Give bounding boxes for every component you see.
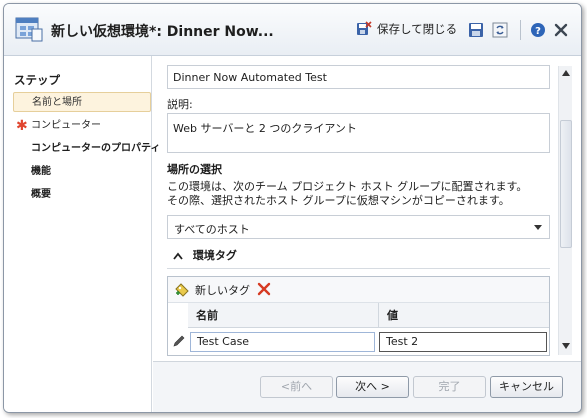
- wizard-footer: <前へ 次へ > 完了 キャンセル: [153, 361, 581, 412]
- delete-tag-icon[interactable]: [257, 282, 271, 296]
- step-label: 名前と場所: [32, 97, 82, 108]
- save-icon[interactable]: [468, 22, 484, 38]
- title-bar: 新しい仮想環境*: Dinner Now... 保存して閉じる ?: [4, 4, 581, 56]
- tag-value-cell[interactable]: Test 2: [379, 332, 547, 352]
- close-icon[interactable]: [553, 22, 569, 38]
- tags-grid: 新しいタグ 名前 値 Test Case Test 2: [167, 276, 550, 356]
- host-group-selected: すべてのホスト: [174, 223, 250, 236]
- help-icon[interactable]: ?: [530, 22, 546, 38]
- scroll-down-icon[interactable]: [562, 343, 570, 349]
- steps-heading: ステップ: [14, 73, 60, 87]
- environment-tags-label: 環境タグ: [192, 249, 237, 262]
- window-title: 新しい仮想環境*: Dinner Now...: [51, 24, 274, 40]
- step-computer-properties[interactable]: コンピューターのプロパティ: [13, 139, 160, 159]
- tag-name-cell[interactable]: Test Case: [190, 332, 375, 352]
- step-label: コンピューターのプロパティ: [31, 143, 161, 154]
- scroll-up-icon[interactable]: [562, 70, 570, 76]
- description-textarea[interactable]: Web サーバーと 2 つのクライアント: [167, 113, 550, 153]
- save-and-close-button[interactable]: 保存して閉じる: [356, 21, 457, 37]
- edit-pencil-icon: [173, 335, 185, 347]
- cancel-button[interactable]: キャンセル: [490, 376, 563, 398]
- new-tag-button[interactable]: 新しいタグ: [174, 282, 250, 298]
- environment-tags-toggle[interactable]: 環境タグ: [173, 247, 237, 263]
- next-button[interactable]: 次へ >: [336, 376, 409, 398]
- svg-text:?: ?: [535, 26, 541, 37]
- environment-name-input[interactable]: Dinner Now Automated Test: [167, 65, 550, 89]
- steps-panel: ステップ 名前と場所 ✱ コンピューター コンピューターのプロパティ 機能 概要: [4, 56, 160, 412]
- step-summary[interactable]: 概要: [13, 185, 151, 205]
- step-label: コンピューター: [31, 120, 101, 131]
- required-asterisk-icon: ✱: [16, 118, 28, 134]
- save-and-close-label: 保存して閉じる: [377, 22, 458, 36]
- host-group-dropdown[interactable]: すべてのホスト: [167, 215, 550, 239]
- step-capabilities[interactable]: 機能: [13, 162, 151, 182]
- location-description-line-2: その際、選択されたホスト グループに仮想マシンがコピーされます。: [167, 194, 510, 207]
- step-computers[interactable]: ✱ コンピューター: [13, 116, 151, 136]
- step-label: 機能: [31, 166, 51, 177]
- content-scrollbar[interactable]: [558, 66, 572, 355]
- location-heading: 場所の選択: [167, 163, 222, 176]
- new-tag-label: 新しいタグ: [195, 284, 250, 297]
- scroll-thumb[interactable]: [560, 120, 572, 248]
- section-divider: [167, 268, 550, 269]
- finish-button[interactable]: 完了: [413, 376, 486, 398]
- location-description-line-1: この環境は、次のチーム プロジェクト ホスト グループに配置されます。: [167, 180, 528, 193]
- refresh-icon[interactable]: [492, 22, 508, 38]
- chevron-down-icon: [534, 225, 542, 230]
- chevron-up-icon: [173, 252, 183, 260]
- form-area: Dinner Now Automated Test 説明: Web サーバーと …: [153, 56, 581, 361]
- column-header-value[interactable]: 値: [379, 303, 549, 328]
- tags-toolbar: 新しいタグ: [168, 277, 549, 303]
- new-tag-icon: [175, 283, 189, 297]
- description-label: 説明:: [167, 98, 193, 111]
- step-label: 概要: [31, 189, 51, 200]
- environment-app-icon: [15, 17, 43, 42]
- column-header-name[interactable]: 名前: [188, 303, 379, 328]
- back-button[interactable]: <前へ: [260, 376, 333, 398]
- new-virtual-environment-window: 新しい仮想環境*: Dinner Now... 保存して閉じる ? ステップ 名…: [3, 3, 582, 413]
- save-close-icon: [357, 21, 372, 35]
- toolbar-separator: [520, 20, 521, 40]
- step-name-and-location[interactable]: 名前と場所: [13, 92, 151, 112]
